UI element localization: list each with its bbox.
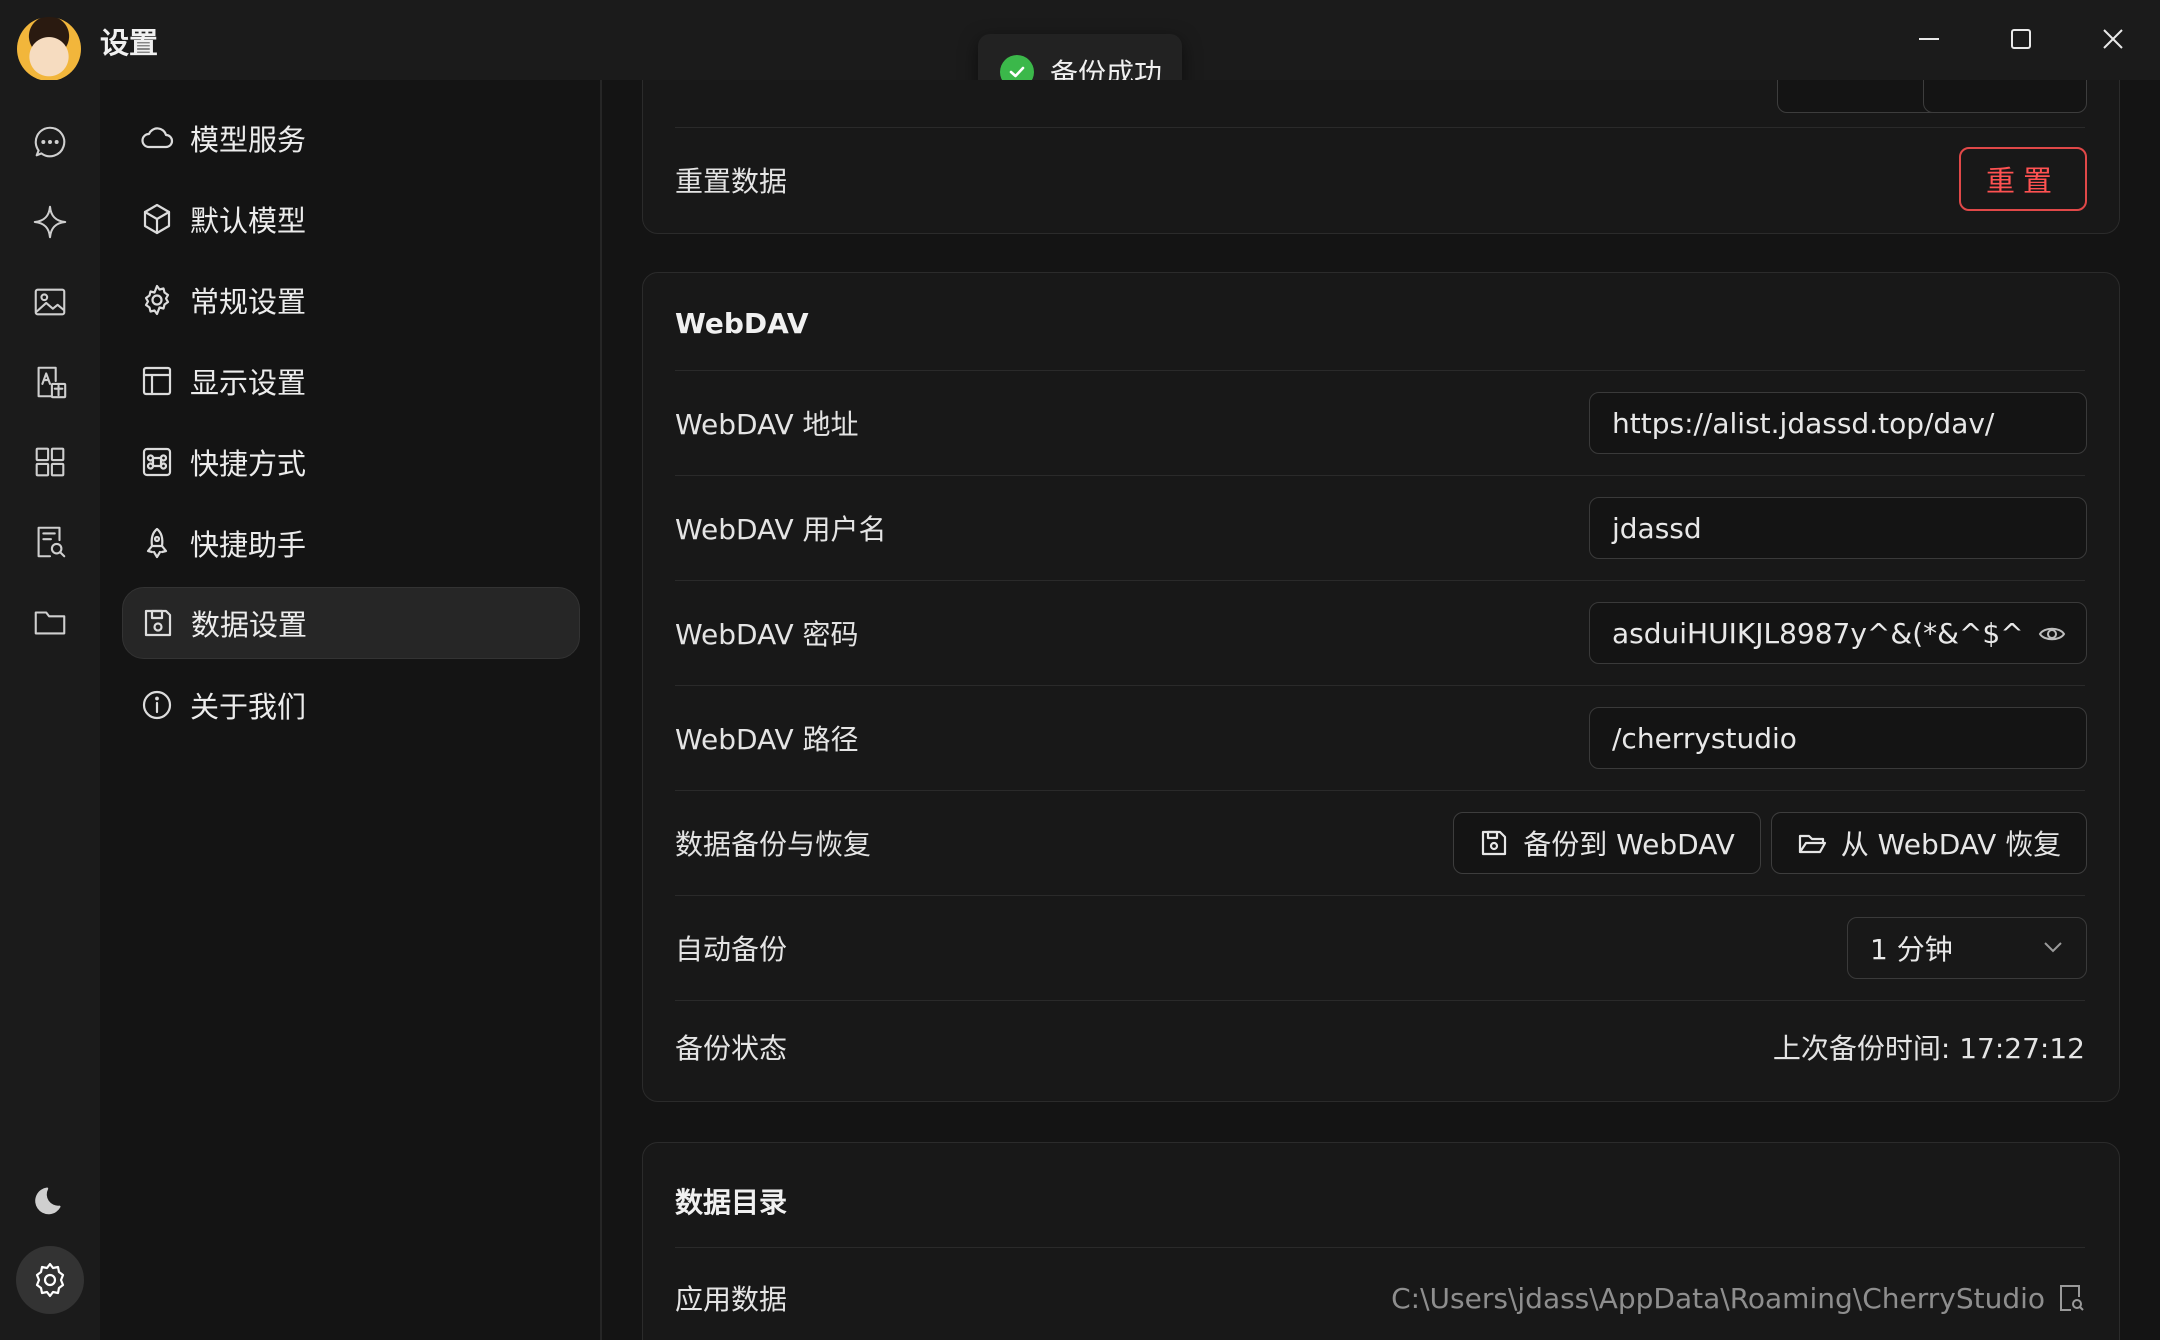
eye-icon[interactable] (2038, 621, 2066, 647)
auto-backup-label: 自动备份 (675, 933, 788, 966)
nav-rail (0, 80, 100, 1340)
apps-icon[interactable] (24, 436, 76, 488)
webdav-address-input[interactable]: https://alist.jdassd.top/dav/ (1589, 392, 2087, 454)
settings-content: 重置数据 重置 WebDAV WebDAV 地址 https://alist.j… (602, 80, 2160, 1340)
menu-item-label: 快捷方式 (190, 447, 307, 481)
webdav-username-input[interactable]: jdassd (1589, 497, 2087, 559)
gear-icon (144, 284, 170, 316)
menu-item-model-service[interactable]: 模型服务 (122, 103, 578, 173)
menu-item-label: 数据设置 (191, 608, 308, 642)
menu-item-quick-assistant[interactable]: 快捷助手 (122, 508, 578, 578)
settings-menu: 模型服务 默认模型 常规设置 显示设置 快捷方式 快捷助手 数据设置 关于我们 (100, 80, 602, 1340)
menu-item-label: 关于我们 (190, 690, 307, 724)
backup-status-value: 上次备份时间: 17:27:12 (1772, 1032, 2085, 1065)
menu-item-label: 显示设置 (190, 366, 307, 400)
command-icon (142, 447, 172, 477)
webdav-password-value: asduiHUIKJL8987y^&(*&^$^%TH (1612, 616, 2022, 650)
backup-restore-label: 数据备份与恢复 (675, 828, 872, 861)
sparkle-icon[interactable] (24, 196, 76, 248)
webdav-title: WebDAV (675, 307, 809, 340)
menu-item-shortcuts[interactable]: 快捷方式 (122, 427, 578, 497)
menu-item-display-settings[interactable]: 显示设置 (122, 346, 578, 416)
data-directory-card: 数据目录 应用数据 C:\Users\jdass\AppData\Roaming… (642, 1142, 2120, 1340)
auto-backup-select[interactable]: 1 分钟 (1847, 917, 2087, 979)
auto-backup-value: 1 分钟 (1870, 933, 1953, 966)
document-search-icon[interactable] (24, 516, 76, 568)
menu-item-data-settings[interactable]: 数据设置 (122, 587, 580, 659)
moon-icon[interactable] (24, 1174, 76, 1226)
webdav-password-input[interactable]: asduiHUIKJL8987y^&(*&^$^%TH (1589, 602, 2087, 664)
restore-from-webdav-button[interactable]: 从 WebDAV 恢复 (1771, 812, 2087, 874)
maximize-icon[interactable] (1996, 18, 2046, 64)
menu-item-about-us[interactable]: 关于我们 (122, 670, 578, 740)
webdav-username-label: WebDAV 用户名 (675, 513, 887, 546)
data-directory-title: 数据目录 (675, 1186, 788, 1219)
translate-icon[interactable] (24, 356, 76, 408)
app-data-path-group: C:\Users\jdass\AppData\Roaming\CherryStu… (1391, 1282, 2085, 1315)
menu-item-general-settings[interactable]: 常规设置 (122, 265, 578, 335)
document-search-icon[interactable] (2057, 1283, 2085, 1313)
top-button-left[interactable] (1777, 80, 1941, 113)
close-icon[interactable] (2088, 18, 2138, 64)
settings-icon[interactable] (16, 1246, 84, 1314)
menu-item-label: 模型服务 (190, 123, 307, 157)
cloud-icon (141, 127, 174, 149)
image-icon[interactable] (24, 276, 76, 328)
app-data-row: 应用数据 C:\Users\jdass\AppData\Roaming\Cher… (675, 1248, 2085, 1340)
top-button-right[interactable] (1923, 80, 2087, 113)
menu-item-label: 默认模型 (190, 204, 307, 238)
restore-button-label: 从 WebDAV 恢复 (1840, 828, 2062, 861)
backup-to-webdav-button[interactable]: 备份到 WebDAV (1453, 812, 1761, 874)
webdav-address-label: WebDAV 地址 (675, 408, 859, 441)
reset-data-label: 重置数据 (675, 165, 788, 198)
backup-status-label: 备份状态 (675, 1032, 788, 1065)
info-icon (142, 690, 172, 720)
backup-button-label: 备份到 WebDAV (1523, 828, 1735, 861)
reset-button[interactable]: 重置 (1959, 147, 2087, 211)
menu-item-label: 常规设置 (190, 285, 307, 319)
webdav-card: WebDAV WebDAV 地址 https://alist.jdassd.to… (642, 272, 2120, 1102)
data-management-card: 重置数据 重置 (642, 80, 2120, 234)
chat-icon[interactable] (24, 116, 76, 168)
minimize-icon[interactable] (1904, 18, 1954, 64)
cube-icon (143, 203, 171, 235)
backup-status-row: 备份状态 上次备份时间: 17:27:12 (675, 1001, 2085, 1093)
chevron-down-icon (2044, 942, 2062, 953)
save-icon (1482, 830, 1507, 856)
save-icon (144, 609, 172, 637)
webdav-path-label: WebDAV 路径 (675, 723, 859, 756)
folder-open-icon (1798, 834, 1826, 854)
app-data-label: 应用数据 (675, 1283, 788, 1316)
avatar[interactable] (17, 17, 81, 81)
app-data-path: C:\Users\jdass\AppData\Roaming\CherryStu… (1391, 1281, 2045, 1315)
window-title: 设置 (100, 26, 159, 60)
webdav-path-input[interactable]: /cherrystudio (1589, 707, 2087, 769)
menu-item-label: 快捷助手 (190, 528, 307, 562)
reset-data-row: 重置数据 (675, 127, 2085, 233)
layout-icon (142, 366, 172, 396)
rocket-icon (146, 527, 168, 559)
webdav-password-label: WebDAV 密码 (675, 618, 859, 651)
folder-icon[interactable] (24, 596, 76, 648)
menu-item-default-model[interactable]: 默认模型 (122, 184, 578, 254)
